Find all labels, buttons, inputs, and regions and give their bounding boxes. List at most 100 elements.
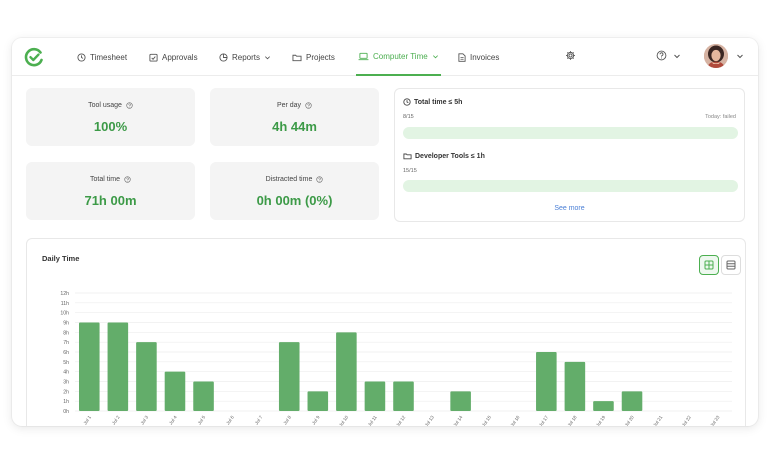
total-time-label-row: Total time xyxy=(26,176,195,183)
nav-timesheet-label: Timesheet xyxy=(90,52,128,62)
total-time-value: 71h 00m xyxy=(84,193,137,208)
distracted-time-label: Distracted time xyxy=(265,176,313,183)
folder-icon xyxy=(403,153,412,160)
see-more-link[interactable]: See more xyxy=(395,205,744,212)
bar-jul-2[interactable] xyxy=(107,322,129,412)
y-tick-label: 8h xyxy=(63,330,69,336)
help-icon xyxy=(656,50,667,61)
chevron-down-icon xyxy=(737,54,743,59)
per-day-card: Per day 4h 44m xyxy=(210,88,379,146)
top-navigation-bar: Timesheet Approvals Reports Projects Com… xyxy=(12,38,758,76)
y-tick-label: 4h xyxy=(63,370,69,376)
help-menu-button[interactable] xyxy=(656,50,681,61)
user-avatar[interactable] xyxy=(704,44,728,68)
bar-jul-11[interactable] xyxy=(364,381,386,412)
nav-projects-label: Projects xyxy=(306,52,335,62)
x-tick-label: Jul 3 xyxy=(140,414,150,425)
x-tick-label: Jul 10 xyxy=(338,414,349,426)
x-tick-label: Jul 8 xyxy=(282,414,292,425)
y-tick-label: 3h xyxy=(63,380,69,386)
chevron-down-icon xyxy=(674,54,680,58)
tool-usage-value: 100% xyxy=(93,119,128,134)
y-tick-label: 5h xyxy=(63,360,69,366)
x-tick-label: Jul 18 xyxy=(567,414,578,426)
developer-tools-rule-title: Developer Tools ≤ 1h xyxy=(415,152,485,160)
nav-invoices-label: Invoices xyxy=(470,52,500,62)
x-tick-label: Jul 4 xyxy=(168,414,178,425)
help-icon[interactable] xyxy=(126,102,133,109)
nav-projects[interactable]: Projects xyxy=(292,38,335,76)
x-tick-label: Jul 13 xyxy=(424,414,435,426)
nav-approvals[interactable]: Approvals xyxy=(149,38,198,76)
x-tick-label: Jul 17 xyxy=(538,414,549,426)
pie-chart-icon xyxy=(219,52,228,62)
today-status-value: failed xyxy=(722,114,736,120)
app-window: Timesheet Approvals Reports Projects Com… xyxy=(12,38,758,426)
chevron-down-icon xyxy=(432,54,438,58)
daily-time-chart-card: Daily Time 0h 1h 2h 3h 4h 5h 6h 7h 8h 9h 10h 11h 12h… xyxy=(26,238,746,426)
x-tick-label: Jul 19 xyxy=(595,414,606,426)
total-time-rule-progress-bar xyxy=(403,127,738,139)
x-tick-label: Jul 15 xyxy=(481,414,492,426)
bar-jul-1[interactable] xyxy=(78,322,100,412)
distracted-time-value: 0h 00m (0%) xyxy=(256,193,333,208)
tool-usage-label-row: Tool usage xyxy=(26,102,195,109)
y-tick-label: 2h xyxy=(63,389,69,395)
developer-tools-rule-title-row: Developer Tools ≤ 1h xyxy=(403,152,485,160)
bar-jul-14[interactable] xyxy=(450,391,471,411)
x-tick-label: Jul 14 xyxy=(452,414,463,426)
bar-jul-19[interactable] xyxy=(593,401,614,411)
nav-computer-time-label: Computer Time xyxy=(373,51,428,61)
bar-jul-18[interactable] xyxy=(564,361,586,411)
total-time-rule-progress: 8/15 xyxy=(403,114,414,120)
x-tick-label: Jul 7 xyxy=(254,414,264,425)
today-status: Today: failed xyxy=(705,114,736,120)
help-icon[interactable] xyxy=(305,102,312,109)
app-logo[interactable] xyxy=(24,47,44,67)
account-menu-button[interactable] xyxy=(736,52,744,60)
daily-time-bar-chart: 0h 1h 2h 3h 4h 5h 6h 7h 8h 9h 10h 11h 12h Jul 1 Jul 2 J… xyxy=(60,291,732,426)
x-tick-label: Jul 1 xyxy=(82,414,92,425)
bar-jul-3[interactable] xyxy=(136,342,157,411)
y-tick-label: 1h xyxy=(63,399,69,405)
x-tick-label: Jul 9 xyxy=(311,414,321,425)
bar-jul-20[interactable] xyxy=(621,391,643,411)
per-day-value: 4h 44m xyxy=(272,119,317,134)
user-photo-icon xyxy=(704,44,728,68)
x-tick-label: Jul 11 xyxy=(367,414,378,426)
x-tick-label: Jul 23 xyxy=(709,414,720,426)
nav-reports[interactable]: Reports xyxy=(219,38,271,76)
x-tick-label: Jul 6 xyxy=(225,414,235,425)
x-tick-label: Jul 16 xyxy=(509,414,520,426)
bar-jul-8[interactable] xyxy=(278,342,300,411)
nav-timesheet[interactable]: Timesheet xyxy=(77,38,127,76)
total-time-label: Total time xyxy=(90,176,120,183)
tool-usage-label: Tool usage xyxy=(88,102,122,109)
help-icon[interactable] xyxy=(124,176,131,183)
today-label: Today: xyxy=(705,114,722,120)
y-tick-label: 6h xyxy=(63,350,69,356)
developer-tools-rule-progress-bar xyxy=(403,180,738,192)
nav-approvals-label: Approvals xyxy=(162,52,198,62)
bar-jul-10[interactable] xyxy=(336,332,357,411)
clock-icon xyxy=(403,98,411,106)
distracted-time-label-row: Distracted time xyxy=(210,176,379,183)
distracted-time-card: Distracted time 0h 00m (0%) xyxy=(210,162,379,220)
bar-jul-17[interactable] xyxy=(536,352,557,411)
chevron-down-icon xyxy=(265,55,271,59)
x-tick-label: Jul 20 xyxy=(624,414,635,426)
nav-computer-time[interactable]: Computer Time xyxy=(356,38,441,76)
laptop-icon xyxy=(358,52,369,60)
bar-jul-9[interactable] xyxy=(307,391,329,411)
bar-jul-5[interactable] xyxy=(193,381,214,412)
nav-reports-label: Reports xyxy=(232,52,261,62)
nav-invoices[interactable]: Invoices xyxy=(458,38,499,76)
help-icon[interactable] xyxy=(316,176,323,183)
bar-jul-4[interactable] xyxy=(164,371,186,411)
gear-icon xyxy=(566,51,575,60)
bar-jul-12[interactable] xyxy=(393,381,414,412)
y-tick-label: 0h xyxy=(63,409,69,415)
settings-button[interactable] xyxy=(565,50,576,61)
x-tick-label: Jul 12 xyxy=(395,414,406,426)
x-tick-label: Jul 5 xyxy=(197,414,207,425)
